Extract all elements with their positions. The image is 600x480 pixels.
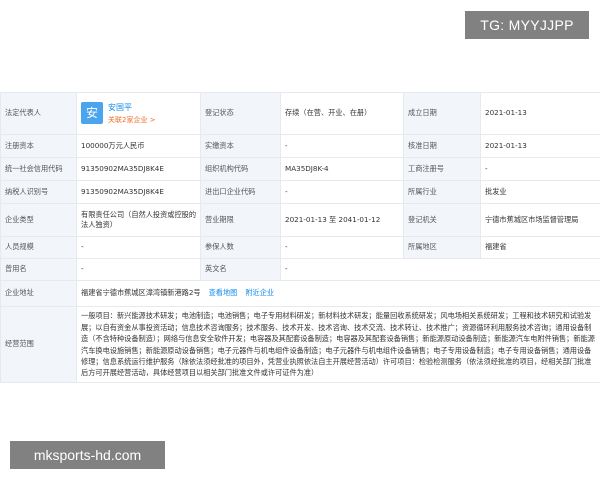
staff-size-value: - xyxy=(76,236,201,259)
import-export-value: - xyxy=(280,180,404,204)
reg-capital-label: 注册资本 xyxy=(0,134,77,158)
insured-value: - xyxy=(280,236,404,259)
nearby-companies-link[interactable]: 附近企业 xyxy=(245,288,274,297)
credit-code-value: 91350902MA35DJ8K4E xyxy=(76,157,201,181)
taxpayer-id-label: 纳税人识别号 xyxy=(0,180,77,204)
company-type-value: 有限责任公司（自然人投资或控股的法人独资） xyxy=(76,203,201,237)
watermark-top: TG: MYYJJPP xyxy=(465,11,589,39)
industry-label: 所属行业 xyxy=(403,180,481,204)
avatar[interactable]: 安 xyxy=(81,102,103,125)
biz-term-value: 2021-01-13 至 2041-01-12 xyxy=(280,203,404,237)
company-info-table: 法定代表人 安 安国平 关联2家企业 > 登记状态 存续（在营、开业、在册） 成… xyxy=(0,92,600,383)
industry-value: 批发业 xyxy=(480,180,600,204)
established-value: 2021-01-13 xyxy=(480,92,600,135)
view-map-link[interactable]: 查看地图 xyxy=(209,288,238,297)
org-code-value: MA35DJ8K-4 xyxy=(280,157,404,181)
reg-authority-value: 宁德市蕉城区市场监督管理局 xyxy=(480,203,600,237)
representative-label: 法定代表人 xyxy=(0,92,77,135)
biz-reg-no-value: - xyxy=(480,157,600,181)
table-row: 纳税人识别号 91350902MA35DJ8K4E 进出口企业代码 - 所属行业… xyxy=(0,180,600,204)
region-label: 所属地区 xyxy=(403,236,481,259)
region-value: 福建省 xyxy=(480,236,600,259)
taxpayer-id-value: 91350902MA35DJ8K4E xyxy=(76,180,201,204)
org-code-label: 组织机构代码 xyxy=(200,157,281,181)
biz-reg-no-label: 工商注册号 xyxy=(403,157,481,181)
staff-size-label: 人员规模 xyxy=(0,236,77,259)
table-row: 曾用名 - 英文名 - xyxy=(0,258,600,281)
paid-capital-value: - xyxy=(280,134,404,158)
reg-capital-value: 100000万元人民币 xyxy=(76,134,201,158)
table-row: 人员规模 - 参保人数 - 所属地区 福建省 xyxy=(0,236,600,259)
reg-status-label: 登记状态 xyxy=(200,92,281,135)
scope-label: 经营范围 xyxy=(0,306,77,383)
english-name-label: 英文名 xyxy=(200,258,281,281)
reg-status-value: 存续（在营、开业、在册） xyxy=(280,92,404,135)
insured-label: 参保人数 xyxy=(200,236,281,259)
watermark-bottom: mksports-hd.com xyxy=(10,441,165,469)
scope-value: 一般项目：新兴能源技术研发；电池制造；电池销售；电子专用材料研发；新材料技术研发… xyxy=(76,306,600,383)
established-label: 成立日期 xyxy=(403,92,481,135)
approval-date-label: 核准日期 xyxy=(403,134,481,158)
address-label: 企业地址 xyxy=(0,280,77,307)
table-row: 法定代表人 安 安国平 关联2家企业 > 登记状态 存续（在营、开业、在册） 成… xyxy=(0,92,600,135)
table-row: 企业地址 福建省宁德市蕉城区漳湾镇新港路2号 查看地图 附近企业 xyxy=(0,280,600,307)
table-row: 统一社会信用代码 91350902MA35DJ8K4E 组织机构代码 MA35D… xyxy=(0,157,600,181)
former-name-value: - xyxy=(76,258,201,281)
table-row: 经营范围 一般项目：新兴能源技术研发；电池制造；电池销售；电子专用材料研发；新材… xyxy=(0,306,600,383)
approval-date-value: 2021-01-13 xyxy=(480,134,600,158)
reg-authority-label: 登记机关 xyxy=(403,203,481,237)
table-row: 注册资本 100000万元人民币 实缴资本 - 核准日期 2021-01-13 xyxy=(0,134,600,158)
former-name-label: 曾用名 xyxy=(0,258,77,281)
english-name-value: - xyxy=(280,258,600,281)
related-companies-link[interactable]: 关联2家企业 > xyxy=(108,115,156,125)
paid-capital-label: 实缴资本 xyxy=(200,134,281,158)
address-cell: 福建省宁德市蕉城区漳湾镇新港路2号 查看地图 附近企业 xyxy=(76,280,600,307)
table-row: 企业类型 有限责任公司（自然人投资或控股的法人独资） 营业期限 2021-01-… xyxy=(0,203,600,237)
address-value: 福建省宁德市蕉城区漳湾镇新港路2号 xyxy=(81,288,201,298)
representative-cell: 安 安国平 关联2家企业 > xyxy=(76,92,201,135)
biz-term-label: 营业期限 xyxy=(200,203,281,237)
representative-name-link[interactable]: 安国平 xyxy=(108,102,156,114)
credit-code-label: 统一社会信用代码 xyxy=(0,157,77,181)
import-export-label: 进出口企业代码 xyxy=(200,180,281,204)
company-type-label: 企业类型 xyxy=(0,203,77,237)
